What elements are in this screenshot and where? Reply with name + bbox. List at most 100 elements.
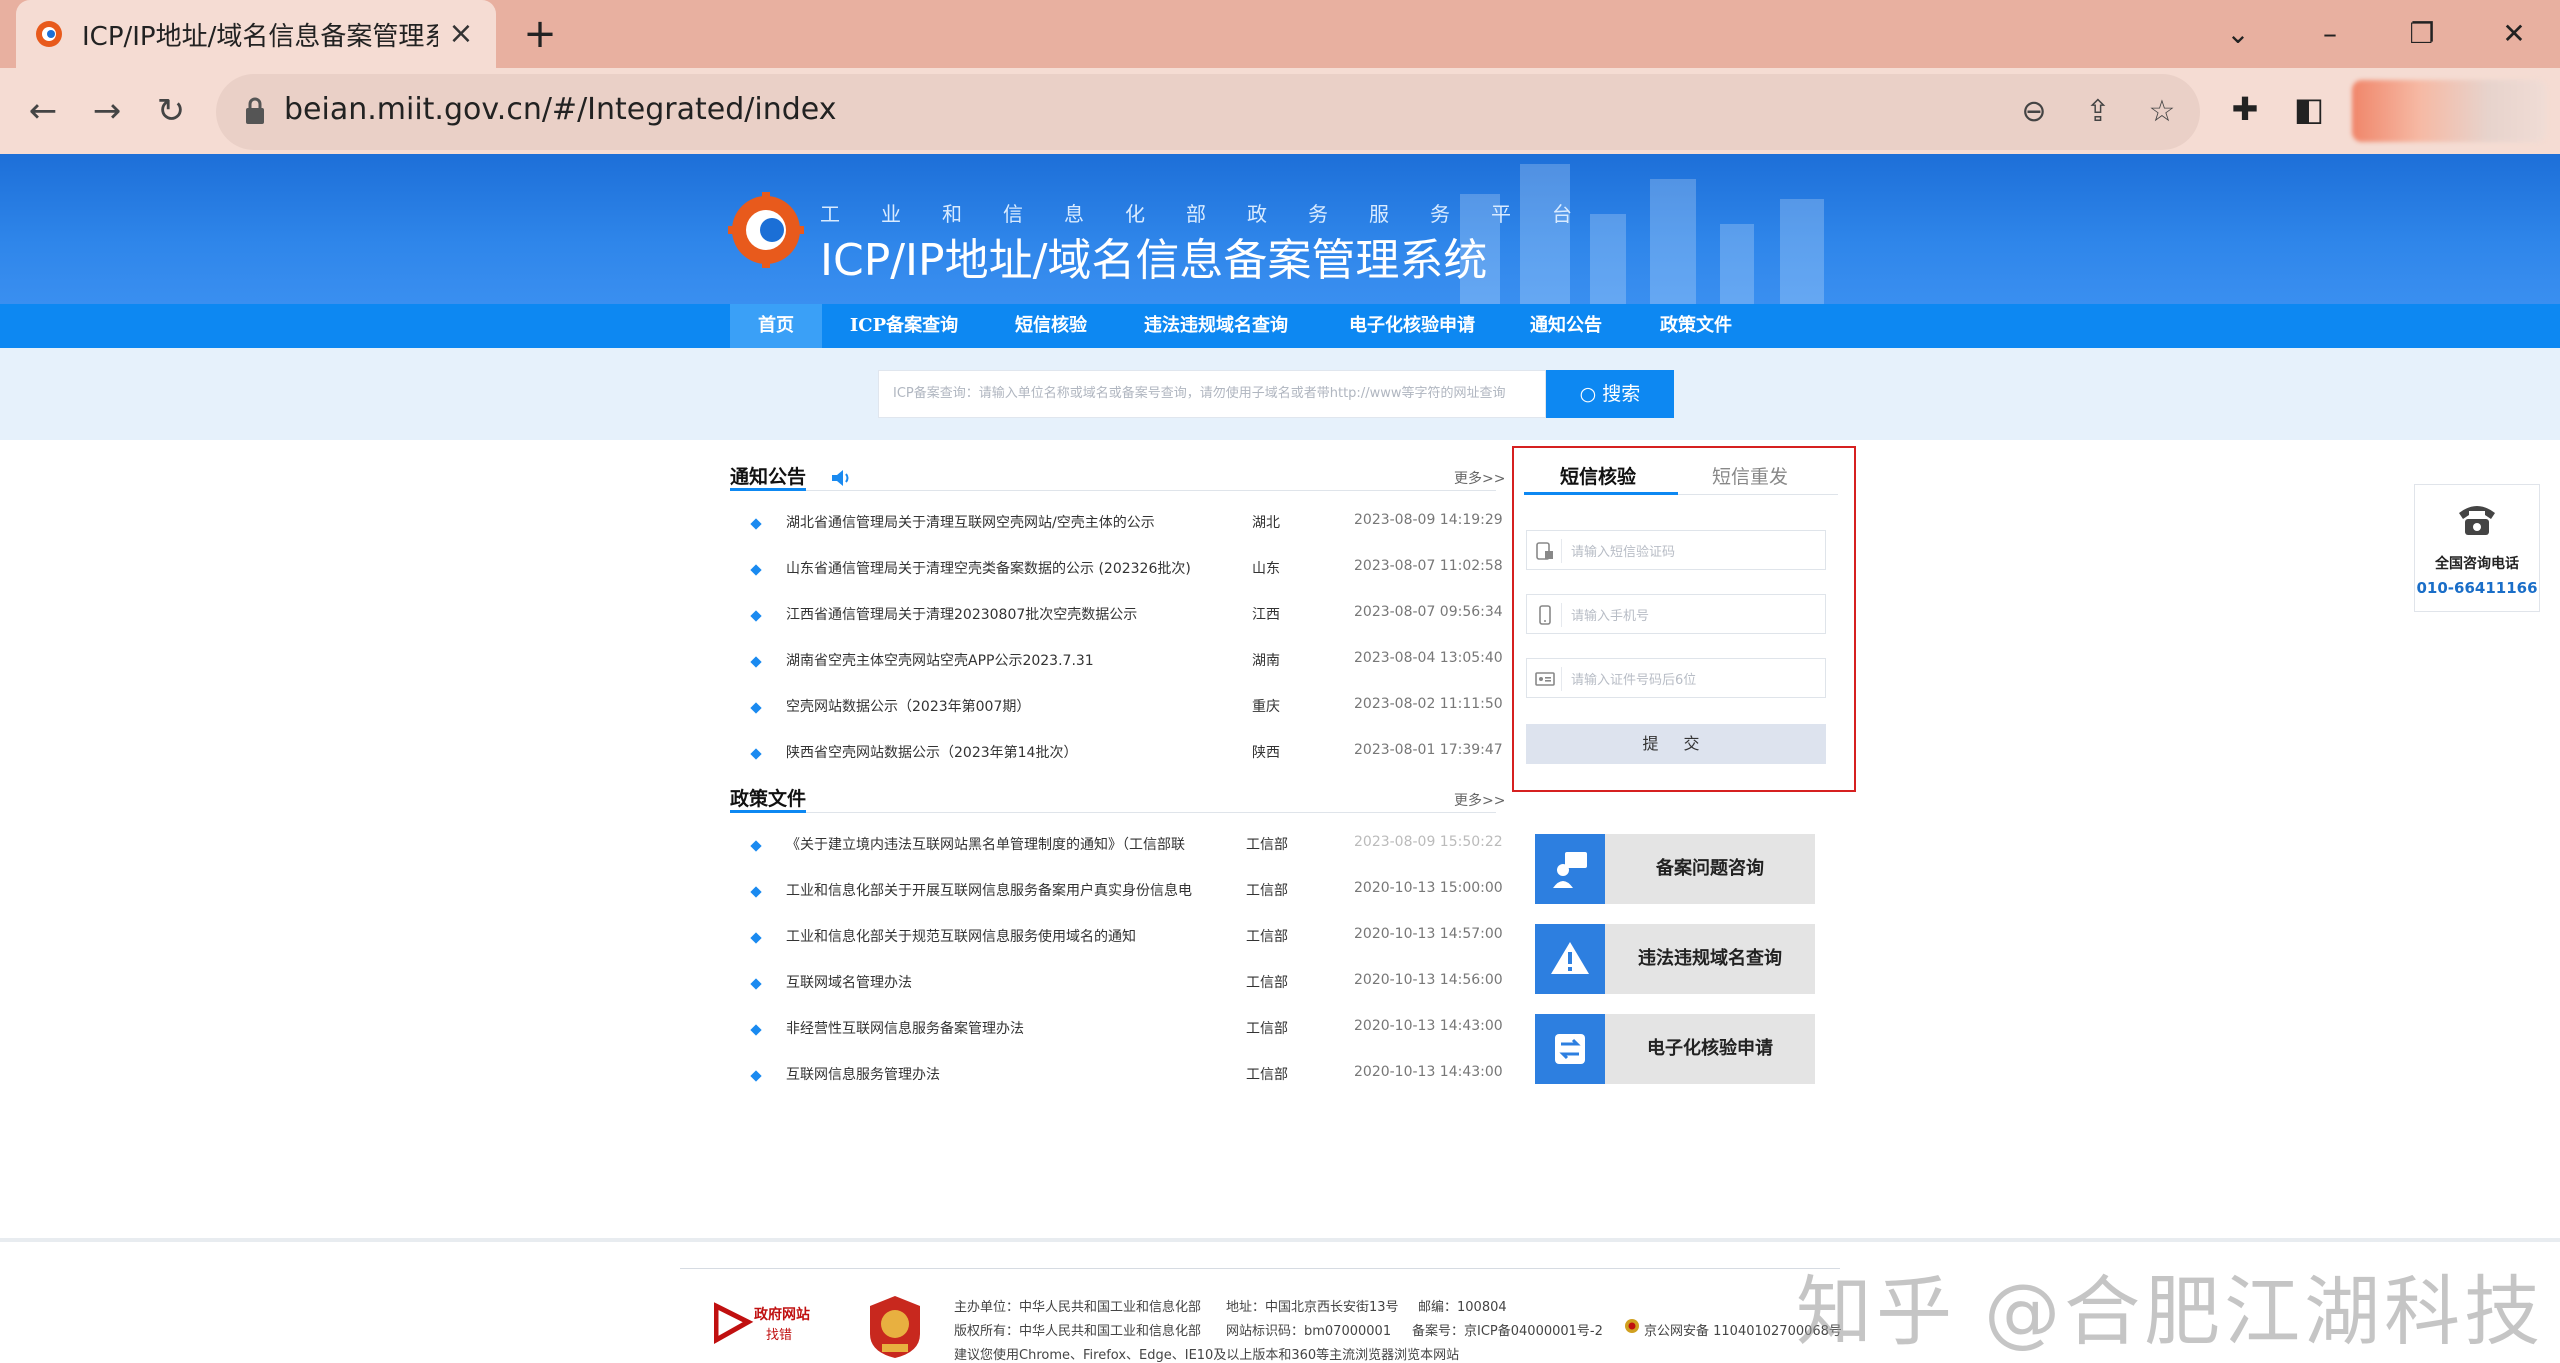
nav-notices[interactable]: 通知公告 — [1516, 304, 1616, 348]
main-nav: 首页 ICP备案查询 短信核验 违法违规域名查询 电子化核验申请 通知公告 政策… — [0, 304, 2560, 348]
forward-icon[interactable]: → — [84, 88, 130, 134]
new-tab-icon[interactable]: + — [520, 14, 560, 54]
sms-verify-panel: 短信核验 短信重发 请输入短信验证码 请输入手机号 请输入证件号码后6位 提 交 — [1512, 446, 1856, 792]
nav-icp-query[interactable]: ICP备案查询 — [834, 304, 974, 348]
notices-rule — [730, 490, 1496, 491]
policy-date: 2020-10-13 14:57:00 — [1354, 926, 1503, 942]
quick-link-e-verify[interactable]: 电子化核验申请 — [1535, 1014, 1815, 1084]
policy-title: 互联网域名管理办法 — [786, 975, 912, 991]
notice-date: 2023-08-07 11:02:58 — [1354, 558, 1503, 574]
policies-underline — [730, 810, 806, 813]
field-separator — [1561, 603, 1562, 627]
address-bar[interactable]: beian.miit.gov.cn/#/Integrated/index ⊖ ⇪… — [216, 74, 2200, 150]
quick-link-label: 备案问题咨询 — [1656, 858, 1764, 879]
policies-more-link[interactable]: 更多>> — [1454, 790, 1505, 810]
notice-region: 湖北 — [1252, 515, 1280, 531]
party-organ-badge-icon[interactable] — [868, 1294, 922, 1360]
notice-row[interactable]: 湖南省空壳主体空壳网站空壳APP公示2023.7.31 湖南 2023-08-04 … — [748, 644, 1503, 690]
footer-zip: 邮编：100804 — [1418, 1300, 1507, 1315]
policy-row[interactable]: 非经营性互联网信息服务备案管理办法 工信部 2020-10-13 14:43:00 — [748, 1012, 1503, 1058]
exchange-icon — [1555, 1034, 1585, 1064]
zoom-out-icon[interactable]: ⊖ — [2012, 90, 2056, 134]
footer-browser-tip: 建议您使用Chrome、Firefox、Edge、IE10及以上版本和360等主… — [954, 1348, 1460, 1363]
minimize-icon[interactable]: – — [2310, 14, 2350, 54]
notice-row[interactable]: 山东省通信管理局关于清理空壳类备案数据的公示 (202326批次) 山东 2023-… — [748, 552, 1503, 598]
policy-date: 2020-10-13 15:00:00 — [1354, 880, 1503, 896]
notice-title: 湖南省空壳主体空壳网站空壳APP公示2023.7.31 — [786, 653, 1094, 669]
browser-tab[interactable]: ICP/IP地址/域名信息备案管理系统 × — [16, 0, 496, 68]
notice-row[interactable]: 湖北省通信管理局关于清理互联网空壳网站/空壳主体的公示 湖北 2023-08-09 … — [748, 506, 1503, 552]
bullet-icon — [750, 932, 762, 944]
reload-icon[interactable]: ↻ — [148, 88, 194, 134]
notice-row[interactable]: 空壳网站数据公示（2023年第007期） 重庆 2023-08-02 11:11:5… — [748, 690, 1503, 736]
nav-policies[interactable]: 政策文件 — [1636, 304, 1756, 348]
phone-input[interactable]: 请输入手机号 — [1526, 594, 1826, 634]
nav-home[interactable]: 首页 — [730, 304, 822, 348]
nav-illegal-domain[interactable]: 违法违规域名查询 — [1130, 304, 1302, 348]
notice-title: 陕西省空壳网站数据公示（2023年第14批次） — [786, 745, 1078, 761]
id-number-placeholder: 请输入证件号码后6位 — [1571, 673, 1697, 688]
restore-icon[interactable]: ❐ — [2402, 14, 2442, 54]
close-window-icon[interactable]: ✕ — [2494, 14, 2534, 54]
bookmark-star-icon[interactable]: ☆ — [2140, 90, 2184, 134]
profile-avatar[interactable] — [2352, 80, 2546, 142]
quick-link-consult[interactable]: 备案问题咨询 — [1535, 834, 1815, 904]
notice-region: 江西 — [1252, 607, 1280, 623]
notice-title: 空壳网站数据公示（2023年第007期） — [786, 699, 1031, 715]
tab-sms-verify[interactable]: 短信核验 — [1560, 462, 1636, 489]
policy-title: 工业和信息化部关于规范互联网信息服务使用域名的通知 — [786, 929, 1136, 945]
page-bottom-edge — [0, 1238, 2560, 1242]
exchange-icon-tile — [1535, 1014, 1605, 1084]
tab-search-icon[interactable]: ⌄ — [2218, 14, 2258, 54]
policy-row[interactable]: 互联网信息服务管理办法 工信部 2020-10-13 14:43:00 — [748, 1058, 1503, 1104]
notice-row[interactable]: 陕西省空壳网站数据公示（2023年第14批次） 陕西 2023-08-01 17:3… — [748, 736, 1503, 782]
notice-title: 山东省通信管理局关于清理空壳类备案数据的公示 (202326批次) — [786, 561, 1191, 577]
policy-date: 2020-10-13 14:43:00 — [1354, 1018, 1503, 1034]
policy-source: 工信部 — [1246, 929, 1288, 945]
page-content: 工业和信息化部政务服务平台 ICP/IP地址/域名信息备案管理系统 首页 ICP… — [0, 154, 2560, 1363]
notice-region: 山东 — [1252, 561, 1280, 577]
bullet-icon — [750, 702, 762, 714]
sms-submit-button[interactable]: 提 交 — [1526, 724, 1826, 764]
quick-link-label: 电子化核验申请 — [1647, 1038, 1773, 1059]
lock-icon — [246, 97, 264, 124]
field-separator — [1561, 539, 1562, 563]
footer-rule — [680, 1268, 1840, 1269]
quick-link-illegal-domain[interactable]: 违法违规域名查询 — [1535, 924, 1815, 994]
bullet-icon — [750, 1024, 762, 1036]
tab-close-icon[interactable]: × — [446, 19, 476, 49]
bullet-icon — [750, 1070, 762, 1082]
footer-icp-link[interactable]: 备案号：京ICP备04000001号-2 — [1412, 1320, 1603, 1339]
hotline-widget[interactable]: 全国咨询电话 010-66411166 — [2414, 484, 2540, 612]
notice-date: 2023-08-02 11:11:50 — [1354, 696, 1503, 712]
warning-icon-tile — [1535, 924, 1605, 994]
notice-row[interactable]: 江西省通信管理局关于清理20230807批次空壳数据公示 江西 2023-08-07… — [748, 598, 1503, 644]
bullet-icon — [750, 610, 762, 622]
bullet-icon — [750, 748, 762, 760]
notice-date: 2023-08-09 14:19:29 — [1354, 512, 1503, 528]
notices-more-link[interactable]: 更多>> — [1454, 468, 1505, 488]
tab-sms-resend[interactable]: 短信重发 — [1712, 462, 1788, 489]
policy-title: 工业和信息化部关于开展互联网信息服务备案用户真实身份信息电 — [786, 883, 1192, 899]
policy-row[interactable]: 工业和信息化部关于开展互联网信息服务备案用户真实身份信息电 工信部 2020-10-… — [748, 874, 1503, 920]
policy-row[interactable]: 互联网域名管理办法 工信部 2020-10-13 14:56:00 — [748, 966, 1503, 1012]
policy-title: 非经营性互联网信息服务备案管理办法 — [786, 1021, 1024, 1037]
back-icon[interactable]: ← — [20, 88, 66, 134]
notice-region: 湖南 — [1252, 653, 1280, 669]
policy-row[interactable]: 工业和信息化部关于规范互联网信息服务使用域名的通知 工信部 2020-10-13 1… — [748, 920, 1503, 966]
id-number-input[interactable]: 请输入证件号码后6位 — [1526, 658, 1826, 698]
icp-search-input[interactable]: ICP备案查询：请输入单位名称或域名或备案号查询，请勿使用子域名或者带http:… — [878, 370, 1546, 418]
sms-code-input[interactable]: 请输入短信验证码 — [1526, 530, 1826, 570]
nav-sms-verify[interactable]: 短信核验 — [996, 304, 1106, 348]
extensions-puzzle-icon[interactable]: ✚ — [2222, 86, 2268, 132]
search-button[interactable]: ○ 搜索 — [1546, 370, 1674, 418]
policy-source: 工信部 — [1246, 883, 1288, 899]
policy-row[interactable]: 《关于建立境内违法互联网站黑名单管理制度的通知》（工信部联 工信部 2023-08-… — [748, 828, 1503, 874]
gov-site-error-report-badge[interactable]: 政府网站 找错 — [714, 1300, 814, 1346]
phone-placeholder: 请输入手机号 — [1571, 609, 1650, 624]
share-icon[interactable]: ⇪ — [2076, 90, 2120, 134]
speaker-icon — [832, 470, 849, 486]
policy-source: 工信部 — [1246, 975, 1288, 991]
side-panel-icon[interactable]: ◧ — [2286, 86, 2332, 132]
nav-e-verify[interactable]: 电子化核验申请 — [1326, 304, 1498, 348]
